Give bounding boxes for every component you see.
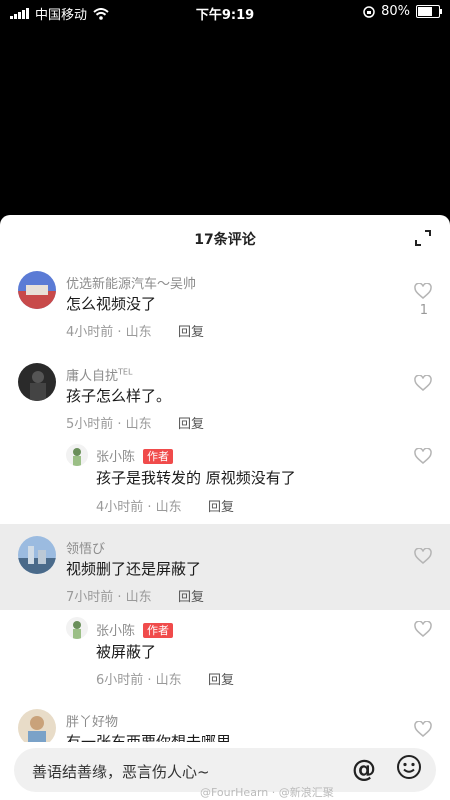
reply-button[interactable]: 回复 xyxy=(178,321,204,340)
watermark: @FourHearn · @新浪汇聚 xyxy=(200,786,334,799)
comment-text: 孩子怎么样了。 xyxy=(66,387,172,405)
reply-button[interactable]: 回复 xyxy=(178,413,204,432)
comment-meta: 7小时前 · 山东 xyxy=(66,590,152,605)
comment-username[interactable]: 优选新能源汽车～吴帅 xyxy=(66,273,196,292)
battery-percent: 80% xyxy=(381,4,410,19)
comment-sheet: 17条评论 优选新能源汽车～吴帅 怎么视频没了 4小时前 · 山东 回复 1 庸… xyxy=(0,215,450,800)
username-text: 庸人自扰 xyxy=(66,369,119,384)
comment-meta: 4小时前 · 山东 xyxy=(96,500,182,515)
heart-icon[interactable] xyxy=(414,283,432,299)
avatar[interactable] xyxy=(66,617,88,639)
comment-item: 优选新能源汽车～吴帅 怎么视频没了 4小时前 · 山东 回复 1 xyxy=(0,265,450,350)
battery-icon xyxy=(416,5,442,18)
reply-button[interactable]: 回复 xyxy=(208,496,234,515)
rotation-lock-icon xyxy=(363,5,375,18)
username-text: 张小陈 xyxy=(96,450,136,465)
username-text: 张小陈 xyxy=(96,624,136,639)
comment-meta: 5小时前 · 山东 xyxy=(66,417,152,432)
comment-text: 孩子是我转发的 原视频没有了 xyxy=(96,469,296,487)
comment-meta: 6小时前 · 山东 xyxy=(96,673,182,688)
heart-icon[interactable] xyxy=(414,548,432,564)
avatar[interactable] xyxy=(18,271,56,309)
reply-button[interactable]: 回复 xyxy=(208,669,234,688)
reply-item: 张小陈 作者 孩子是我转发的 原视频没有了 4小时前 · 山东 回复 xyxy=(0,440,450,520)
reply-item: 张小陈 作者 被屏蔽了 6小时前 · 山东 回复 xyxy=(0,615,450,695)
comment-text: 怎么视频没了 xyxy=(66,295,157,313)
comment-username[interactable]: 领悟び xyxy=(66,538,105,557)
comment-username[interactable]: 张小陈 作者 xyxy=(96,446,174,465)
comment-text: 视频删了还是屏蔽了 xyxy=(66,560,202,578)
heart-icon[interactable] xyxy=(414,375,432,391)
comment-meta: 4小时前 · 山东 xyxy=(66,325,152,340)
like-count: 1 xyxy=(419,303,428,318)
comment-username[interactable]: 庸人自扰TEL xyxy=(66,365,132,384)
comment-text: 被屏蔽了 xyxy=(96,643,157,661)
comment-item: 领悟び 视频删了还是屏蔽了 7小时前 · 山东 回复 xyxy=(0,524,450,610)
avatar[interactable] xyxy=(66,444,88,466)
emoji-icon[interactable] xyxy=(396,754,422,780)
reply-button[interactable]: 回复 xyxy=(178,586,204,605)
username-suffix: TEL xyxy=(118,367,133,377)
heart-icon[interactable] xyxy=(414,621,432,637)
comment-username[interactable]: 胖丫好物 xyxy=(66,711,118,730)
author-badge: 作者 xyxy=(143,449,174,464)
heart-icon[interactable] xyxy=(414,721,432,737)
heart-icon[interactable] xyxy=(414,448,432,464)
comment-input-placeholder: 善语结善缘，恶言伤人心~ xyxy=(32,763,210,781)
avatar[interactable] xyxy=(18,363,56,401)
sheet-header: 17条评论 xyxy=(0,215,450,261)
author-badge: 作者 xyxy=(143,623,174,638)
status-bar: 中国移动 下午9:19 80% xyxy=(0,0,450,24)
expand-icon[interactable] xyxy=(414,229,432,247)
comment-item: 庸人自扰TEL 孩子怎么样了。 5小时前 · 山东 回复 xyxy=(0,355,450,440)
comment-count-title: 17条评论 xyxy=(194,232,256,248)
avatar[interactable] xyxy=(18,536,56,574)
at-icon[interactable]: @ xyxy=(352,756,376,782)
comment-username[interactable]: 张小陈 作者 xyxy=(96,620,174,639)
